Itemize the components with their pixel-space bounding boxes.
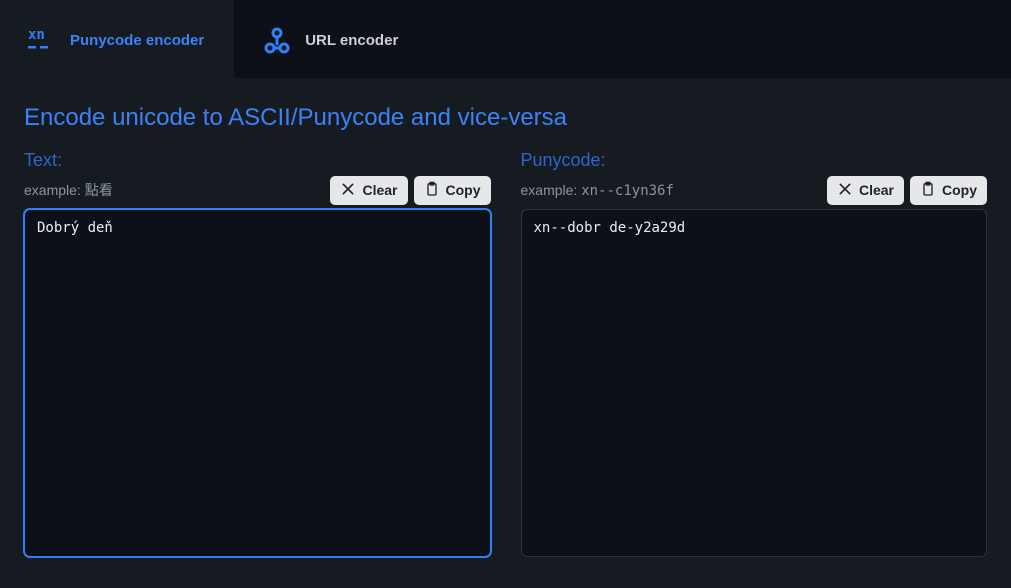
page-title: Encode unicode to ASCII/Punycode and vic…	[24, 104, 987, 132]
button-label: Copy	[942, 182, 977, 198]
tab-label: URL encoder	[305, 32, 398, 49]
punycode-heading: Punycode:	[521, 150, 988, 171]
punycode-clear-button[interactable]: Clear	[827, 176, 904, 205]
close-icon	[340, 181, 356, 200]
page-body: Encode unicode to ASCII/Punycode and vic…	[0, 78, 1011, 588]
clipboard-icon	[424, 181, 440, 200]
text-example: example: 點看	[24, 180, 113, 200]
punycode-pane: Punycode: example: xn--c1yn36f Clear	[521, 150, 988, 560]
close-icon	[837, 181, 853, 200]
punycode-copy-button[interactable]: Copy	[910, 176, 987, 205]
button-label: Clear	[362, 182, 397, 198]
punycode-example: example: xn--c1yn36f	[521, 182, 674, 199]
text-input[interactable]	[24, 209, 491, 557]
tab-bar: xn Punycode encoder URL encoder	[0, 0, 1011, 78]
svg-text:xn: xn	[28, 27, 45, 43]
example-prefix: example:	[24, 182, 85, 198]
panes: Text: example: 點看 Clear	[24, 150, 987, 560]
example-value: 點看	[85, 183, 113, 199]
text-copy-button[interactable]: Copy	[414, 176, 491, 205]
tab-punycode-encoder[interactable]: xn Punycode encoder	[0, 0, 235, 78]
punycode-input[interactable]	[521, 209, 988, 557]
text-pane: Text: example: 點看 Clear	[24, 150, 491, 560]
text-heading: Text:	[24, 150, 491, 171]
clipboard-icon	[920, 181, 936, 200]
tab-label: Punycode encoder	[70, 32, 204, 49]
text-clear-button[interactable]: Clear	[330, 176, 407, 205]
button-label: Copy	[446, 182, 481, 198]
percent-encode-icon	[263, 26, 291, 54]
tab-url-encoder[interactable]: URL encoder	[235, 0, 429, 78]
punycode-xn-icon: xn	[28, 26, 56, 54]
button-label: Clear	[859, 182, 894, 198]
example-value: xn--c1yn36f	[581, 183, 674, 199]
example-prefix: example:	[521, 182, 582, 198]
